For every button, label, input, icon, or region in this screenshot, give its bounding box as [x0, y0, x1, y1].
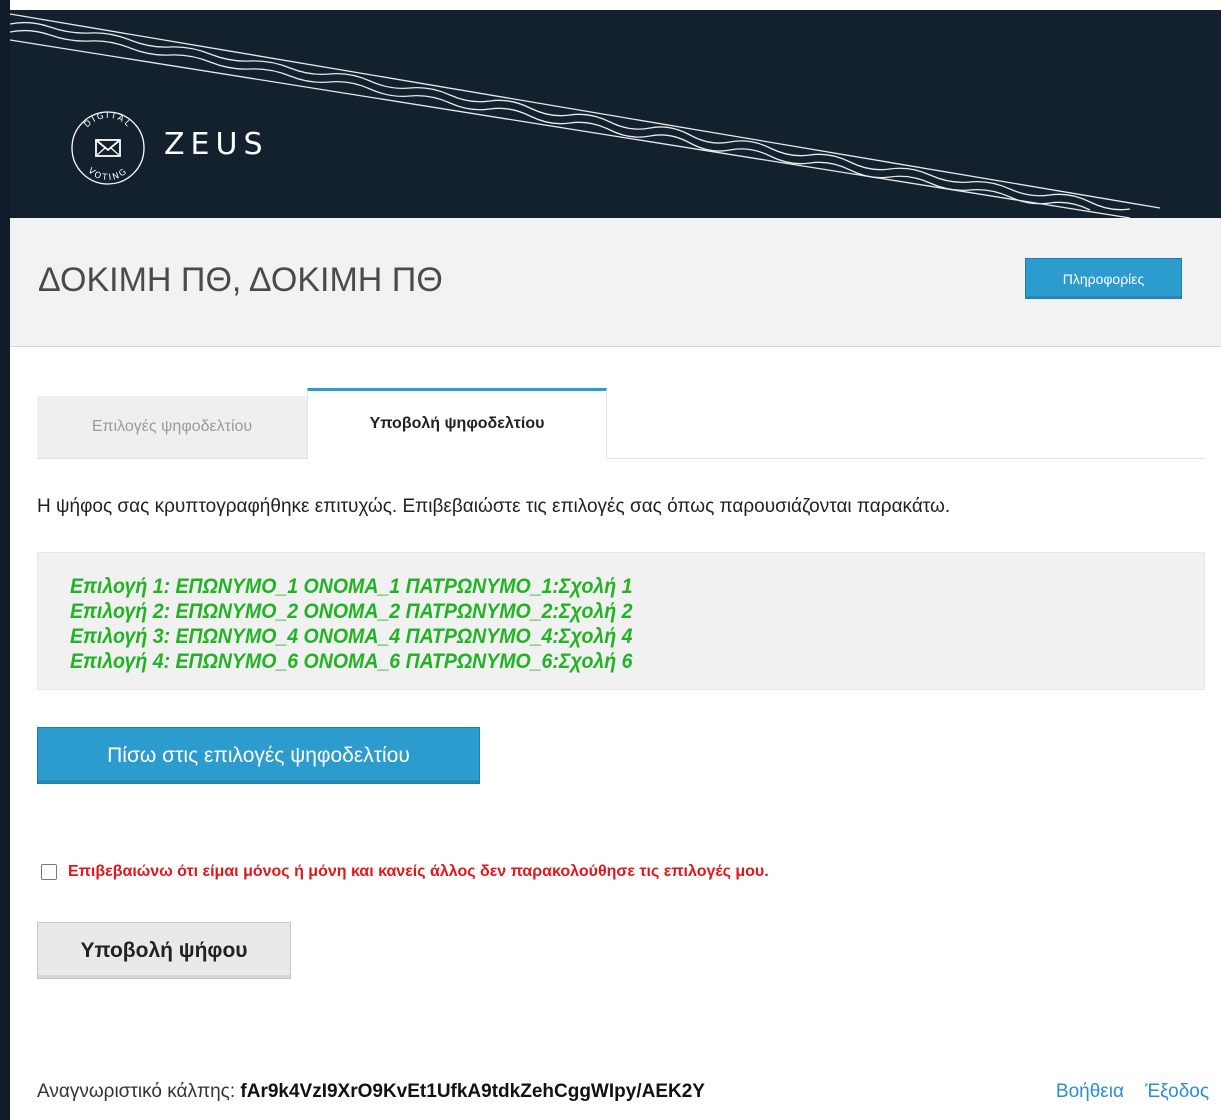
logo-wordmark: ZEUS — [164, 127, 269, 162]
submit-vote-button[interactable]: Υποβολή ψήφου — [37, 922, 291, 979]
zeus-logo-icon: DIGITAL VOTING — [71, 111, 145, 185]
ballot-id-label: Αναγνωριστικό κάλπης: — [37, 1081, 236, 1102]
confirm-label[interactable]: Επιβεβαιώνω ότι είμαι μόνος ή μόνη και κ… — [68, 863, 769, 881]
header-wave-decoration — [10, 13, 1161, 218]
tab-ballot-submission[interactable]: Υποβολή ψηφοδελτίου — [307, 388, 607, 459]
left-border — [0, 0, 10, 1120]
choice-item: Επιλογή 1: ΕΠΩΝΥΜΟ_1 ΟΝΟΜΑ_1 ΠΑΤΡΩΝΥΜΟ_1… — [70, 575, 633, 598]
logout-link[interactable]: Έξοδος — [1145, 1081, 1209, 1102]
choice-item: Επιλογή 3: ΕΠΩΝΥΜΟ_4 ΟΝΟΜΑ_4 ΠΑΤΡΩΝΥΜΟ_4… — [70, 625, 633, 648]
info-button[interactable]: Πληροφορίες — [1025, 258, 1182, 299]
choice-item: Επιλογή 2: ΕΠΩΝΥΜΟ_2 ΟΝΟΜΑ_2 ΠΑΤΡΩΝΥΜΟ_2… — [70, 600, 633, 623]
back-to-choices-button[interactable]: Πίσω στις επιλογές ψηφοδελτίου — [37, 727, 480, 784]
logo-ring-top-text: DIGITAL — [82, 111, 131, 130]
confirm-checkbox[interactable] — [41, 864, 57, 880]
tab-ballot-choices[interactable]: Επιλογές ψηφοδελτίου — [37, 396, 307, 458]
page-title: ΔΟΚΙΜΗ ΠΘ, ΔΟΚΙΜΗ ΠΘ — [38, 261, 443, 299]
site-header: DIGITAL VOTING ZEUS — [10, 10, 1221, 218]
election-title-bar: ΔΟΚΙΜΗ ΠΘ, ΔΟΚΙΜΗ ΠΘ Πληροφορίες — [10, 218, 1221, 347]
footer-links: Βοήθεια Έξοδος — [1040, 1081, 1209, 1103]
ballot-id-value: fAr9k4VzI9XrO9KvEt1UfkA9tdkZehCggWIpy/AE… — [240, 1081, 705, 1102]
footer: Αναγνωριστικό κάλπης: fAr9k4VzI9XrO9KvEt… — [37, 1081, 1209, 1111]
encryption-status-message: Η ψήφος σας κρυπτογραφήθηκε επιτυχώς. Επ… — [37, 496, 951, 517]
svg-text:DIGITAL: DIGITAL — [82, 111, 133, 130]
help-link[interactable]: Βοήθεια — [1056, 1081, 1124, 1102]
choice-item: Επιλογή 4: ΕΠΩΝΥΜΟ_6 ΟΝΟΜΑ_6 ΠΑΤΡΩΝΥΜΟ_6… — [70, 650, 633, 673]
choices-summary: Επιλογή 1: ΕΠΩΝΥΜΟ_1 ΟΝΟΜΑ_1 ΠΑΤΡΩΝΥΜΟ_1… — [37, 552, 1205, 690]
page: DIGITAL VOTING ZEUS ΔΟΚΙΜΗ ΠΘ, ΔΟΚΙΜΗ ΠΘ… — [0, 0, 1221, 1120]
confirm-row: Επιβεβαιώνω ότι είμαι μόνος ή μόνη και κ… — [41, 860, 769, 884]
ballot-tabs: Επιλογές ψηφοδελτίου Υποβολή ψηφοδελτίου — [37, 388, 1205, 459]
top-strip — [0, 0, 1221, 10]
